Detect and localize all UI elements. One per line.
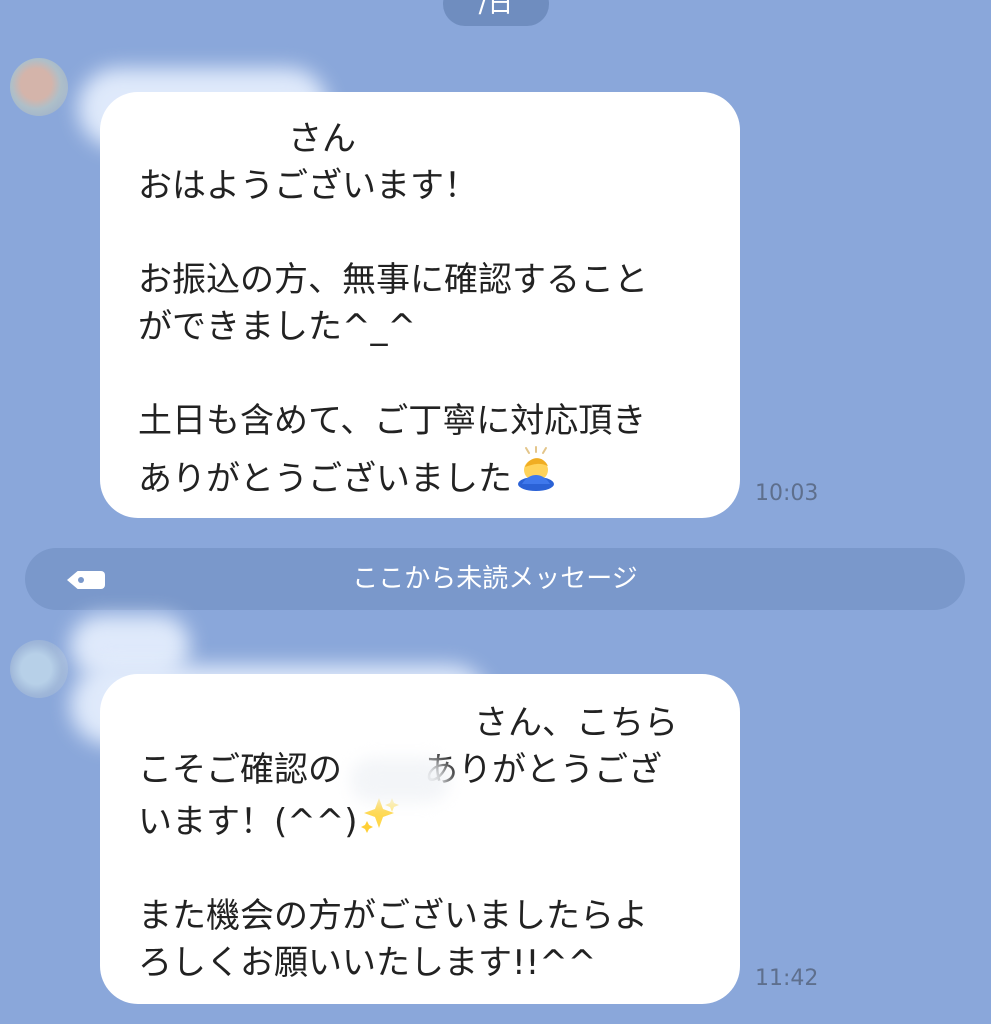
unread-label: ここから未読メッセージ	[352, 564, 638, 594]
message-text: こそご確認の	[138, 750, 342, 790]
message-bubble[interactable]: さん おはようございます！ お振込の方、無事に確認すること ができました^_^ …	[100, 92, 740, 518]
message-text: さん	[288, 119, 356, 159]
redacted-message-text	[350, 758, 450, 802]
message-line: また機会の方がございましたらよ	[138, 896, 648, 936]
message-line: さん	[138, 116, 702, 163]
unread-divider: ここから未読メッセージ	[25, 548, 965, 610]
date-separator-label: /日	[478, 0, 514, 19]
message-line: ありがとうございました	[138, 445, 702, 503]
message-text: ありがとうござ	[424, 750, 662, 790]
message-text: さん、こちら	[474, 703, 678, 743]
message-line: さん、こちら	[138, 700, 702, 747]
message-line: ろしくお願いいたします!!^^	[138, 943, 597, 983]
date-separator-pill: /日	[443, 0, 549, 26]
sender-avatar[interactable]	[10, 640, 68, 698]
message-line: ができました^_^	[138, 307, 416, 347]
message-timestamp: 11:42	[755, 966, 819, 991]
message-bubble[interactable]: さん、こちら こそご確認の ありがとうござ います！(^^) また機会の方がござい…	[100, 674, 740, 1004]
message-text: ありがとうございました	[138, 459, 512, 499]
message-line: おはようございます！	[138, 166, 478, 206]
person-bowing-icon	[518, 446, 554, 491]
message-line: 土日も含めて、ご丁寧に対応頂き	[138, 401, 647, 441]
message-text: います！(^^)	[138, 802, 358, 842]
sender-avatar[interactable]	[10, 58, 68, 116]
message-line: お振込の方、無事に確認すること	[138, 260, 648, 300]
message-timestamp: 10:03	[755, 481, 819, 506]
